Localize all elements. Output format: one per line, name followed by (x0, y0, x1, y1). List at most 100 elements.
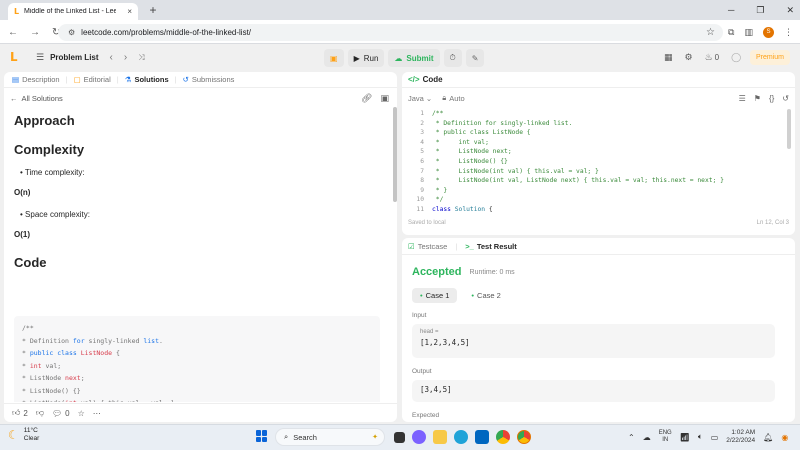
auto-mode-toggle[interactable]: 🔒︎ Auto (442, 93, 464, 103)
link-icon[interactable]: 🔗︎ (361, 93, 372, 104)
colorful-icon[interactable]: ◉ (781, 433, 788, 442)
result-tabs: ☑ Testcase | >_ Test Result (402, 238, 795, 255)
solution-actions: 🔗︎ ▣ (361, 93, 389, 104)
weather-widget[interactable]: ☾ 11°C Clear (8, 427, 39, 443)
back-arrow-icon[interactable]: ← (10, 94, 18, 103)
tab-description[interactable]: ▤ Description (12, 75, 60, 84)
address-bar[interactable]: ⚙ leetcode.com/problems/middle-of-the-li… (58, 24, 723, 41)
time-complexity-item: • Time complexity: (20, 168, 85, 177)
format-icon[interactable]: ☰ (739, 94, 746, 103)
left-scrollbar[interactable] (393, 107, 397, 202)
back-icon[interactable]: ← (8, 27, 18, 38)
volume-icon[interactable]: 🔈︎ (698, 432, 703, 442)
layout-icon[interactable]: ▦ (664, 52, 673, 63)
code-editor[interactable]: 1 2 3 4 5 6 7 8 9 10 11 /** * Definition for singl… (402, 109, 795, 215)
book-icon[interactable]: ▣ (380, 93, 389, 104)
tab-editorial-label: Editorial (83, 75, 111, 84)
close-window-icon[interactable]: ✕ (786, 5, 794, 16)
clock[interactable]: 1:02 AM 2/22/2024 (726, 429, 755, 445)
browser-tab[interactable]: ᒪ Middle of the Linked List - LeetCode × (8, 3, 138, 20)
space-complexity-label: Space complexity: (25, 210, 90, 219)
more-options-icon[interactable]: ⋯ (93, 409, 101, 418)
line-number: 2 (420, 119, 424, 127)
browser-tab-title: Middle of the Linked List - LeetCode (24, 8, 117, 15)
case-2-tab[interactable]: • Case 2 (463, 288, 508, 303)
leetcode-favicon-icon: ᒪ (14, 7, 20, 16)
line-number: 6 (420, 157, 424, 165)
sidebar-icon[interactable]: ▥ (744, 27, 753, 38)
settings-gear-icon[interactable]: ⚙ (685, 52, 693, 63)
battery-icon[interactable]: ▭ (711, 433, 719, 442)
upvote-button[interactable]: 👍︎ 2 (12, 408, 28, 418)
site-info-icon[interactable]: ⚙ (68, 28, 75, 37)
run-label: Run (363, 53, 379, 63)
reset-icon[interactable]: ↺ (782, 94, 789, 103)
next-problem-icon[interactable]: › (124, 52, 127, 63)
user-avatar-icon[interactable]: ◯ (731, 52, 741, 63)
code-icon: </> (408, 75, 420, 84)
chevron-up-icon[interactable]: ⌃ (628, 433, 635, 442)
premium-button[interactable]: Premium (750, 50, 791, 65)
solution-code-block[interactable]: /** * Definition for singly-linked list.… (14, 316, 380, 402)
wifi-icon[interactable]: 📶︎ (680, 433, 690, 442)
fire-icon: ♨ (704, 52, 713, 62)
edge-browser-icon[interactable] (454, 430, 468, 444)
task-view-icon[interactable] (394, 431, 405, 443)
tab-submissions[interactable]: ↺ Submissions (183, 75, 235, 84)
minimize-icon[interactable]: ─ (728, 5, 734, 15)
streak-counter[interactable]: ♨ 0 (705, 52, 720, 63)
debug-button[interactable]: ▣ (324, 49, 344, 67)
forward-icon[interactable]: → (30, 27, 40, 38)
chrome-icon[interactable] (496, 430, 510, 444)
maximize-icon[interactable]: ❐ (756, 5, 764, 16)
code-panel: </> Code Java ⌄ 🔒︎ Auto ☰ ⚑ {} ↺ 1234567… (402, 72, 795, 235)
tab-solutions[interactable]: ⚗ Solutions (125, 75, 169, 84)
search-highlight-icon: ✦ (372, 434, 378, 441)
file-explorer-icon[interactable] (433, 430, 447, 444)
chrome-active-icon[interactable] (517, 430, 531, 444)
browser-menu-icon[interactable]: ⋮ (784, 27, 793, 38)
tab-submissions-label: Submissions (191, 75, 235, 84)
shuffle-icon[interactable]: ⤨ (138, 53, 144, 63)
search-label: Search (293, 432, 317, 442)
notes-button[interactable]: ✎ (465, 49, 485, 67)
bookmark-star-icon[interactable]: ☆ (706, 27, 715, 38)
case-1-tab[interactable]: • Case 1 (412, 288, 458, 303)
auto-mode-label: Auto (449, 93, 465, 103)
new-tab-button[interactable]: + (146, 3, 160, 17)
complexity-heading: Complexity (14, 142, 85, 157)
code-scrollbar[interactable] (787, 109, 791, 149)
close-tab-button[interactable]: × (127, 7, 132, 16)
runtime-text: Runtime: 0 ms (469, 268, 515, 276)
timer-button[interactable]: ⏱ (443, 49, 462, 67)
onedrive-icon[interactable]: ☁ (643, 433, 651, 442)
language-indicator[interactable]: ENG IN (659, 430, 672, 444)
windows-start-icon[interactable] (256, 430, 268, 442)
tab-test-result[interactable]: >_ Test Result (465, 242, 516, 251)
store-app-icon[interactable] (475, 430, 489, 444)
line-number: 8 (420, 177, 424, 185)
thumbs-down-icon[interactable]: 👎︎ (36, 408, 44, 418)
list-icon[interactable]: ☰ (36, 52, 44, 63)
comment-count: 0 (65, 408, 70, 418)
profile-avatar[interactable]: S (762, 26, 774, 38)
language-select[interactable]: Java ⌄ (408, 94, 432, 103)
leetcode-logo-icon[interactable]: ᒪ (10, 50, 24, 64)
tab-testcase[interactable]: ☑ Testcase (408, 242, 447, 251)
chat-app-icon[interactable] (412, 430, 426, 444)
approach-heading: Approach (14, 113, 75, 128)
all-solutions-link[interactable]: All Solutions (22, 94, 63, 103)
notification-bell-icon[interactable]: 🔔︎ (763, 433, 773, 442)
submit-button[interactable]: ☁ Submit (388, 49, 440, 67)
line-number: 11 (416, 205, 424, 213)
comments-button[interactable]: 💬︎ 0 (52, 409, 70, 418)
run-button[interactable]: ▶ Run (347, 49, 385, 67)
tab-editorial[interactable]: ▢ Editorial (74, 75, 111, 84)
bookmark-icon[interactable]: ⚑ (754, 94, 761, 103)
prev-problem-icon[interactable]: ‹ (110, 52, 113, 63)
braces-icon[interactable]: {} (769, 94, 774, 103)
problem-list-link[interactable]: Problem List (50, 53, 98, 62)
extension-icon[interactable]: ⧉ (728, 27, 734, 38)
taskbar-search[interactable]: ⌕ Search ✦ (275, 428, 385, 446)
favorite-star-icon[interactable]: ☆ (78, 409, 85, 418)
